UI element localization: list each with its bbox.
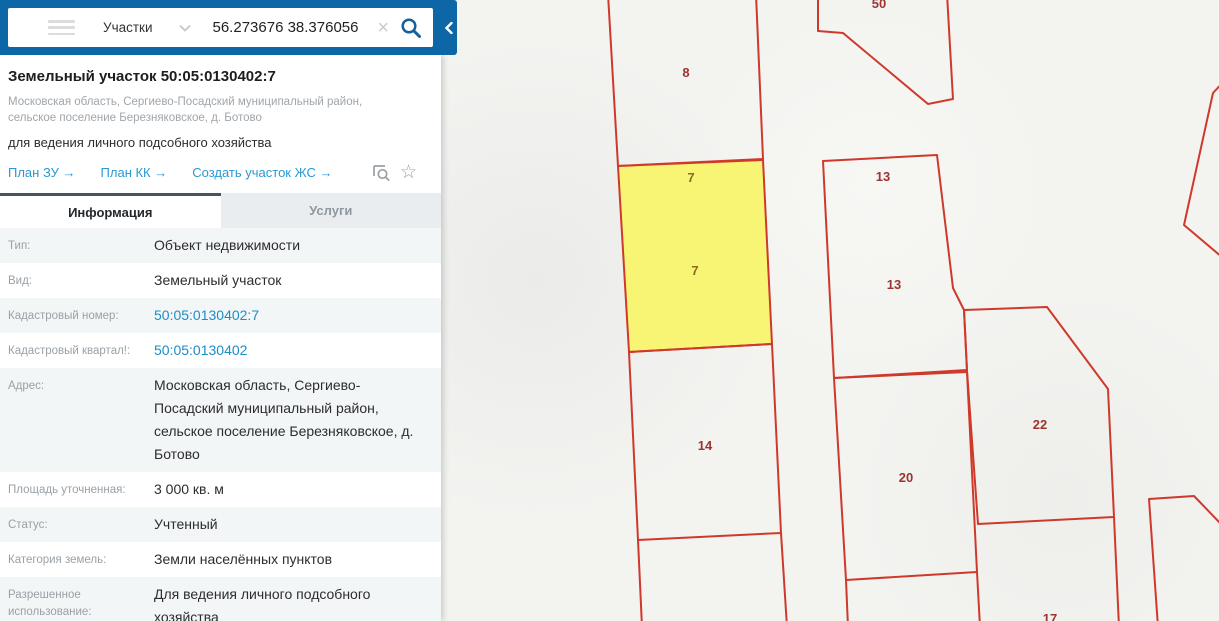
action-links-row: План ЗУ → План КК → Создать участок ЖС →… (8, 163, 425, 193)
parcel-8[interactable] (607, 0, 764, 167)
top-header: Участки × (0, 0, 441, 55)
row-value: 3 000 кв. м (154, 481, 224, 498)
parcel-number-label: 50 (872, 0, 886, 11)
favorite-star-icon[interactable]: ☆ (400, 163, 417, 182)
parcel-below-14-left-edge[interactable] (637, 539, 643, 621)
chevron-left-icon (445, 21, 453, 34)
search-button[interactable] (397, 16, 433, 40)
table-row: Кадастровый квартал!: 50:05:0130402 (0, 333, 441, 368)
parcel-50[interactable] (817, 0, 954, 105)
parcel-number-label: 20 (899, 470, 913, 485)
row-value: Для ведения личного подсобного хозяйства (154, 586, 371, 621)
tab-information[interactable]: Информация (0, 193, 221, 229)
search-bar: Участки × (8, 8, 433, 47)
row-label: Кадастровый квартал!: (8, 345, 131, 358)
parcel-below-20-left-edge[interactable] (845, 579, 849, 621)
table-row: Категория земель: Земли населённых пункто… (0, 542, 441, 577)
parcel-number-label: 17 (1043, 611, 1057, 621)
table-row: Адрес: Московская область, Сергиево-Посад… (0, 368, 441, 473)
parcel-number-label: 7 (691, 263, 698, 278)
table-row: Кадастровый номер: 50:05:0130402:7 (0, 298, 441, 334)
parcel-bottom-right[interactable] (1148, 495, 1219, 621)
row-value: Учтенный (154, 516, 218, 533)
cadastral-map-app: 50 8 7 7 13 13 14 20 22 17 Участки × (0, 0, 1219, 621)
row-value: Земельный участок (154, 272, 282, 289)
clear-search-icon[interactable]: × (369, 18, 397, 38)
panel-tabs: Информация Услуги (0, 193, 441, 229)
search-input[interactable] (212, 19, 370, 36)
table-row: Статус: Учтенный (0, 507, 441, 543)
map-canvas[interactable]: 50 8 7 7 13 13 14 20 22 17 (441, 0, 1219, 621)
plan-zu-link[interactable]: План ЗУ → (8, 165, 76, 180)
parcel-17-right-edge[interactable] (1113, 516, 1120, 621)
row-label: Статус: (8, 519, 48, 532)
table-row: Вид: Земельный участок (0, 263, 441, 298)
chevron-down-icon (178, 24, 191, 32)
page-title: Земельный участок 50:05:0130402:7 (8, 68, 276, 85)
table-row: Тип: Объект недвижимости (0, 228, 441, 264)
plan-kk-link[interactable]: План КК → (101, 165, 168, 180)
row-label: Вид: (8, 275, 32, 288)
parcel-number-label: 14 (698, 438, 713, 453)
row-value-link[interactable]: 50:05:0130402 (154, 339, 441, 362)
parcel-13[interactable] (822, 154, 968, 379)
layer-type-dropdown[interactable]: Участки (103, 20, 191, 35)
row-label: Площадь уточненная: (8, 484, 126, 497)
parcel-below-14-right-edge[interactable] (780, 532, 788, 621)
parcel-number-label: 13 (887, 277, 901, 292)
table-row: Площадь уточненная: 3 000 кв. м (0, 472, 441, 507)
collapse-panel-button[interactable] (441, 0, 457, 55)
row-value-link[interactable]: 50:05:0130402:7 (154, 304, 441, 327)
create-parcel-link[interactable]: Создать участок ЖС → (192, 165, 332, 180)
parcel-address-subtitle: Московская область, Сергиево-Посадский м… (8, 96, 363, 125)
parcel-info-panel: Земельный участок 50:05:0130402:7 Москов… (0, 55, 441, 621)
layer-type-label: Участки (103, 20, 153, 35)
row-label: Тип: (8, 240, 31, 253)
row-value: Московская область, Сергиево-Посадский м… (154, 377, 414, 463)
menu-icon[interactable] (48, 20, 75, 35)
zoom-to-object-icon[interactable] (371, 163, 390, 182)
parcel-usage-text: для ведения личного подсобного хозяйства (8, 135, 272, 151)
table-row: Разрешенное использование: Для ведения ли… (0, 577, 441, 621)
parcel-top-right-wedge[interactable] (1183, 78, 1219, 263)
row-value: Объект недвижимости (154, 237, 301, 254)
panel-header-icons: ☆ (371, 163, 425, 182)
parcel-22[interactable] (963, 306, 1115, 525)
info-table: Тип: Объект недвижимости Вид: Земельный уча… (0, 228, 441, 621)
parcel-7-selected[interactable] (617, 159, 773, 353)
row-label: Разрешенное использование: (8, 589, 92, 618)
parcel-number-label: 7 (687, 170, 694, 185)
row-label: Категория земель: (8, 554, 107, 567)
panel-header: Земельный участок 50:05:0130402:7 Москов… (0, 55, 441, 193)
row-label: Кадастровый номер: (8, 310, 119, 323)
row-value: Земли населённых пунктов (154, 551, 333, 568)
tab-services[interactable]: Услуги (220, 193, 441, 229)
parcel-number-label: 8 (682, 65, 689, 80)
cadastral-parcels-layer: 50 8 7 7 13 13 14 20 22 17 (607, 0, 1219, 621)
parcel-number-label: 13 (876, 169, 890, 184)
search-icon (401, 17, 421, 38)
parcel-below-20-right-edge[interactable] (976, 571, 981, 621)
parcel-number-label: 22 (1033, 417, 1047, 432)
row-label: Адрес: (8, 380, 45, 393)
